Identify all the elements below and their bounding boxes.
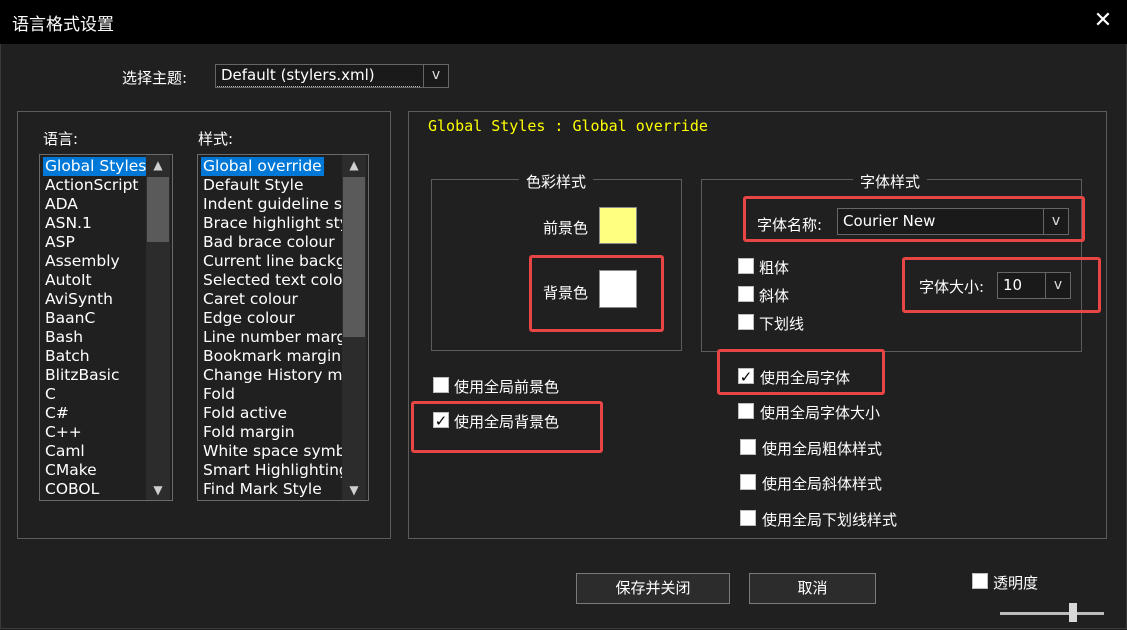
scroll-down-icon[interactable]: ▼ [342,480,366,500]
list-item[interactable]: Assembly [43,252,122,271]
group-title: Global Styles : Global override [428,117,708,135]
list-item[interactable]: Brace highlight style [201,214,365,233]
transparency-slider[interactable] [1000,612,1104,615]
list-item[interactable]: White space symbol [201,442,361,461]
use-global-fg-label: 使用全局前景色 [454,378,560,396]
list-item[interactable]: BaanC [43,309,97,328]
theme-focus-line [217,86,420,87]
font-name-highlight-box [743,196,1085,242]
language-scrollbar[interactable]: ▲ ▼ [146,155,170,500]
use-global-bg-highlight-box [411,401,603,453]
use-global-bold-checkbox[interactable] [740,439,756,455]
list-item[interactable]: Global override [201,157,324,176]
list-item[interactable]: Caml [43,442,87,461]
style-label: 样式: [198,130,234,148]
chevron-down-icon[interactable]: v [423,65,448,87]
list-item[interactable]: COBOL [43,480,101,499]
use-global-bold-label: 使用全局粗体样式 [762,440,883,458]
list-item[interactable]: Change History mar [201,366,360,385]
list-item[interactable]: Default Style [201,176,306,195]
use-global-font-size-checkbox[interactable] [738,403,754,419]
list-item[interactable]: Indent guideline sty [201,195,359,214]
list-item[interactable]: Global Styles [43,157,149,176]
italic-label: 斜体 [759,287,790,305]
transparency-checkbox[interactable] [972,573,988,589]
list-item[interactable]: ASN.1 [43,214,94,233]
transparency-slider-thumb[interactable] [1068,603,1077,622]
list-item[interactable]: AviSynth [43,290,115,309]
use-global-italic-checkbox[interactable] [740,474,756,490]
list-item[interactable]: Bash [43,328,85,347]
style-list[interactable]: Find Mark Style Smart Highlighting White s… [197,154,369,501]
theme-value: Default (stylers.xml) [221,66,375,84]
underline-label: 下划线 [759,315,805,333]
language-scroll-thumb[interactable] [147,177,169,242]
background-highlight-box [529,255,664,332]
underline-checkbox[interactable] [738,314,754,330]
cancel-button[interactable]: 取消 [749,573,876,604]
language-list[interactable]: COBOL CMake Caml C++ C# C BlitzBasic Batch Bash B… [39,154,173,501]
list-item[interactable]: Bad brace colour [201,233,337,252]
list-item[interactable]: BlitzBasic [43,366,122,385]
list-item[interactable]: Selected text colour [201,271,361,290]
theme-label: 选择主题: [122,69,188,87]
list-item[interactable]: Caret colour [201,290,300,309]
list-item[interactable]: C# [43,404,71,423]
theme-dropdown[interactable]: Default (stylers.xml) v [215,64,449,88]
use-global-italic-label: 使用全局斜体样式 [762,475,883,493]
list-item[interactable]: Batch [43,347,92,366]
list-item[interactable]: Current line backgro [201,252,363,271]
list-item[interactable]: CMake [43,461,99,480]
list-item[interactable]: ActionScript [43,176,141,195]
list-item[interactable]: C [43,385,58,404]
use-global-font-size-label: 使用全局字体大小 [760,404,881,422]
language-label: 语言: [43,130,79,148]
title-bar [0,0,1127,44]
scroll-up-icon[interactable]: ▲ [146,155,170,175]
list-item[interactable]: C++ [43,423,84,442]
list-item[interactable]: Find Mark Style [201,480,324,499]
close-icon[interactable]: ✕ [1088,6,1118,36]
scroll-down-icon[interactable]: ▼ [146,480,170,500]
scroll-up-icon[interactable]: ▲ [342,155,366,175]
use-global-font-highlight-box [717,349,885,395]
font-style-legend: 字体样式 [853,171,928,192]
use-global-fg-checkbox[interactable] [433,377,449,393]
italic-checkbox[interactable] [738,286,754,302]
save-close-button[interactable]: 保存并关闭 [576,573,730,604]
color-style-legend: 色彩样式 [519,171,594,192]
bold-checkbox[interactable] [738,258,754,274]
foreground-color-swatch[interactable] [599,207,637,244]
list-item[interactable]: ASP [43,233,77,252]
list-item[interactable]: Fold [201,385,237,404]
foreground-label: 前景色 [543,219,589,237]
list-item[interactable]: Fold margin [201,423,297,442]
window-title: 语言格式设置 [12,15,114,35]
font-size-highlight-box [902,257,1101,313]
list-item[interactable]: Line number margin [201,328,362,347]
use-global-underline-checkbox[interactable] [740,510,756,526]
list-item[interactable]: Fold active [201,404,289,423]
list-item[interactable]: Edge colour [201,309,297,328]
transparency-label: 透明度 [993,574,1039,592]
bold-label: 粗体 [759,259,790,277]
use-global-underline-label: 使用全局下划线样式 [762,511,898,529]
style-scrollbar[interactable]: ▲ ▼ [342,155,366,500]
list-item[interactable]: AutoIt [43,271,94,290]
style-scroll-thumb[interactable] [343,177,365,337]
list-item[interactable]: Bookmark margin [201,347,343,366]
list-item[interactable]: ADA [43,195,80,214]
list-item[interactable]: Smart Highlighting [201,461,351,480]
